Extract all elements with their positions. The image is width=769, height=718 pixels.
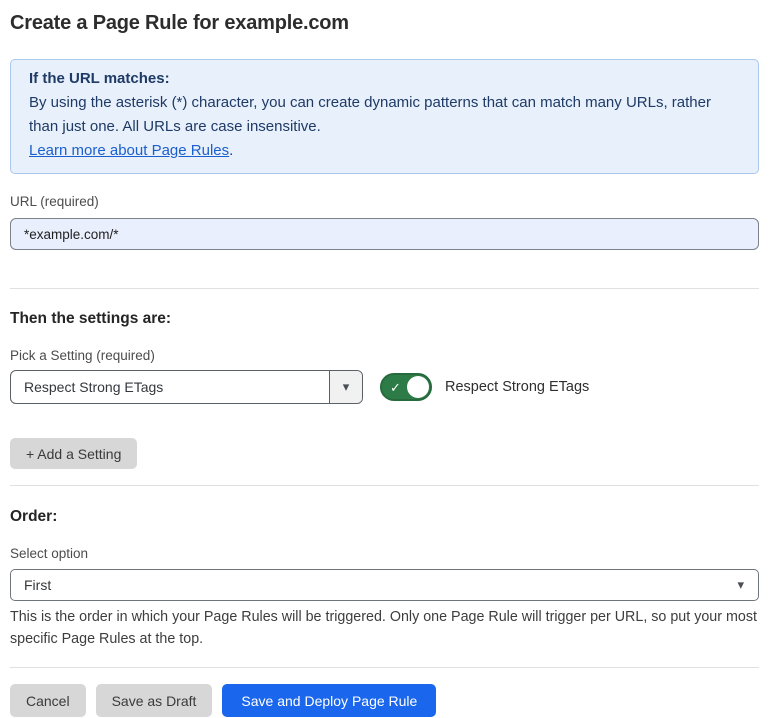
url-input[interactable] [10, 218, 759, 250]
url-match-info-box: If the URL matches: By using the asteris… [10, 59, 759, 174]
page-title: Create a Page Rule for example.com [10, 12, 759, 35]
save-deploy-button[interactable]: Save and Deploy Page Rule [222, 684, 436, 717]
settings-section-heading: Then the settings are: [10, 310, 759, 328]
footer-divider [10, 667, 759, 668]
link-suffix: . [229, 142, 233, 159]
save-draft-button[interactable]: Save as Draft [96, 684, 213, 717]
url-field-label: URL (required) [10, 194, 759, 209]
setting-select[interactable]: Respect Strong ETags ▾ [10, 370, 363, 404]
info-box-body: By using the asterisk (*) character, you… [29, 91, 740, 139]
setting-toggle[interactable]: ✓ [380, 373, 432, 401]
order-select-label: Select option [10, 546, 759, 561]
order-select[interactable]: First ▾ [10, 569, 759, 601]
check-icon: ✓ [390, 381, 401, 394]
cancel-button[interactable]: Cancel [10, 684, 86, 717]
setting-select-value: Respect Strong ETags [11, 371, 329, 403]
add-setting-button[interactable]: + Add a Setting [10, 438, 137, 469]
learn-more-link[interactable]: Learn more about Page Rules [29, 142, 229, 159]
section-divider [10, 288, 759, 289]
setting-toggle-label: Respect Strong ETags [445, 379, 589, 395]
setting-row: Respect Strong ETags ▾ ✓ Respect Strong … [10, 370, 759, 404]
order-help-text: This is the order in which your Page Rul… [10, 606, 759, 650]
order-select-value: First [24, 577, 51, 593]
page-rule-form: Create a Page Rule for example.com If th… [0, 0, 769, 717]
footer-actions: Cancel Save as Draft Save and Deploy Pag… [10, 684, 759, 717]
chevron-down-icon: ▾ [329, 371, 362, 403]
info-box-link-line: Learn more about Page Rules. [29, 139, 740, 163]
chevron-down-icon: ▾ [737, 577, 744, 593]
order-section-heading: Order: [10, 508, 759, 526]
pick-setting-label: Pick a Setting (required) [10, 348, 759, 363]
section-divider [10, 485, 759, 486]
info-box-heading: If the URL matches: [29, 67, 740, 91]
toggle-knob [407, 376, 429, 398]
